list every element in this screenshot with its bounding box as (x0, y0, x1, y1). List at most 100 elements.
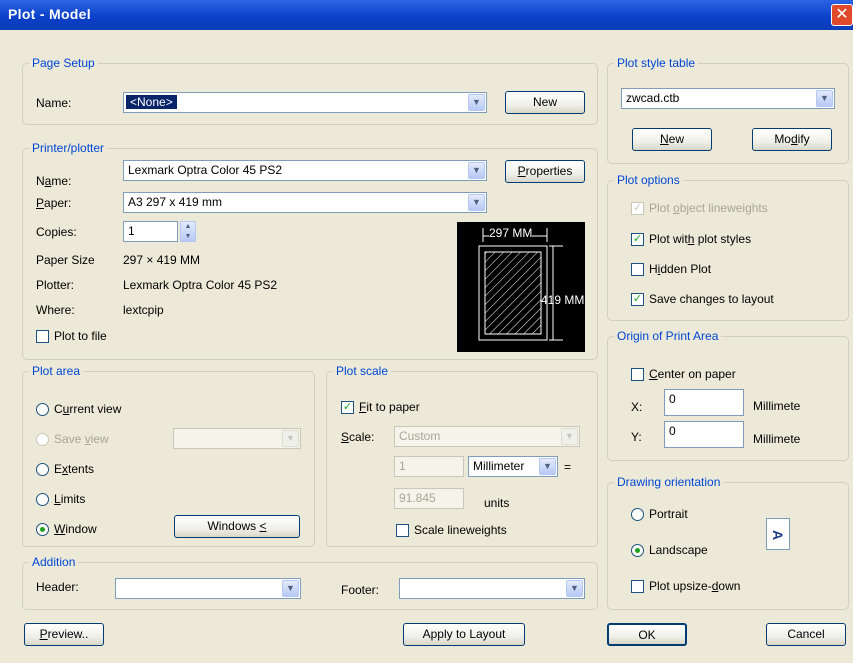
chevron-down-icon[interactable]: ▼ (566, 580, 583, 597)
plot-to-file-checkbox[interactable]: Plot to file (36, 329, 107, 343)
chevron-down-icon[interactable]: ▼ (468, 194, 485, 211)
page-setup-legend: Page Setup (29, 56, 98, 70)
save-changes-checkbox[interactable]: ✓ Save changes to layout (631, 292, 774, 306)
apply-to-layout-button[interactable]: Apply to Layout (403, 623, 525, 646)
plot-style-combo[interactable]: zwcad.ctb ▼ (621, 88, 835, 109)
page-setup-name-combo[interactable]: <None> ▼ (123, 92, 487, 113)
origin-y-input[interactable]: 0 (664, 421, 744, 448)
radio-dot[interactable] (36, 462, 49, 476)
addition-group: Addition Header: ▼ Footer: ▼ (22, 555, 598, 610)
plot-with-plot-styles-checkbox[interactable]: ✓ Plot with plot styles (631, 232, 751, 246)
unit-combo[interactable]: Millimeter ▼ (468, 456, 558, 477)
scale-lineweights-checkbox[interactable]: Scale lineweights (396, 523, 507, 537)
plot-upside-down-checkbox[interactable]: Plot upsize-down (631, 579, 740, 593)
limits-label: Limits (54, 492, 86, 506)
ok-button[interactable]: OK (607, 623, 687, 646)
current-view-radio[interactable]: Current view (36, 402, 121, 416)
chevron-down-icon[interactable]: ▼ (539, 458, 556, 475)
current-view-label: Current view (54, 402, 122, 416)
page-setup-group: Page Setup Name: <None> ▼ New (22, 56, 598, 125)
window-title: Plot - Model (8, 6, 91, 22)
center-on-paper-checkbox[interactable]: Center on paper (631, 367, 736, 381)
paper-label: Paper: (36, 196, 72, 210)
window-radio[interactable]: Window (36, 522, 97, 536)
addition-legend: Addition (29, 555, 79, 569)
spin-up-icon[interactable]: ▲ (181, 222, 195, 231)
checkbox-box[interactable]: ✓ (341, 400, 354, 414)
drawing-orientation-legend: Drawing orientation (614, 475, 724, 489)
radio-dot[interactable] (36, 402, 49, 416)
paper-size-label: Paper Size (36, 253, 95, 267)
extents-radio[interactable]: Extents (36, 462, 94, 476)
checkbox-box[interactable] (396, 523, 409, 537)
chevron-down-icon[interactable]: ▼ (816, 90, 833, 107)
plot-style-modify-button[interactable]: Modify (752, 128, 832, 151)
plot-options-legend: Plot options (614, 173, 683, 187)
checkbox-box[interactable] (631, 367, 644, 381)
checkbox-box[interactable] (36, 329, 49, 343)
origin-legend: Origin of Print Area (614, 329, 722, 343)
fit-to-paper-label: Fit to paper (359, 400, 420, 414)
radio-dot[interactable] (36, 522, 49, 536)
checkbox-box[interactable]: ✓ (631, 232, 644, 246)
printer-legend: Printer/plotter (29, 141, 108, 155)
chevron-down-icon[interactable]: ▼ (468, 162, 485, 179)
plot-area-legend: Plot area (29, 364, 84, 378)
where-label: Where: (36, 303, 75, 317)
save-view-radio[interactable]: Save view (36, 432, 109, 446)
orientation-preview-icon: A (766, 518, 790, 550)
landscape-radio[interactable]: Landscape (631, 543, 708, 557)
preview-width-label: 297 MM (489, 226, 533, 240)
paper-combo[interactable]: A3 297 x 419 mm ▼ (123, 192, 487, 213)
radio-dot[interactable] (36, 432, 49, 446)
scale-value: Custom (399, 429, 441, 443)
scale-combo[interactable]: Custom ▼ (394, 426, 580, 447)
plot-scale-legend: Plot scale (333, 364, 392, 378)
chevron-down-icon[interactable]: ▼ (468, 94, 485, 111)
printer-properties-button[interactable]: Properties (505, 160, 585, 183)
close-icon[interactable]: ✕ (831, 4, 853, 26)
plot-style-new-button[interactable]: New (632, 128, 712, 151)
radio-dot[interactable] (36, 492, 49, 506)
plotter-label: Plotter: (36, 278, 75, 292)
footer-combo[interactable]: ▼ (399, 578, 585, 599)
chevron-down-icon[interactable]: ▼ (561, 428, 578, 445)
unit-value: Millimeter (473, 459, 525, 473)
plot-object-lineweights-checkbox[interactable]: ✓ Plot object lineweights (631, 201, 768, 215)
preview-button[interactable]: Preview.. (24, 623, 104, 646)
chevron-down-icon[interactable]: ▼ (282, 580, 299, 597)
checkbox-box[interactable] (631, 262, 644, 276)
hidden-plot-label: Hidden Plot (649, 262, 712, 276)
origin-y-unit: Millimete (753, 432, 801, 446)
fit-to-paper-checkbox[interactable]: ✓ Fit to paper (341, 400, 420, 414)
radio-dot[interactable] (631, 507, 644, 521)
plot-style-table-legend: Plot style table (614, 56, 699, 70)
portrait-radio[interactable]: Portrait (631, 507, 688, 521)
limits-radio[interactable]: Limits (36, 492, 85, 506)
origin-x-input[interactable]: 0 (664, 389, 744, 416)
spin-down-icon[interactable]: ▼ (181, 232, 195, 241)
copies-input[interactable]: 1 (123, 221, 178, 242)
paper-size-value: 297 × 419 MM (123, 253, 201, 267)
checkbox-box[interactable] (631, 579, 644, 593)
drawing-orientation-group: Drawing orientation Portrait Landscape A… (607, 475, 849, 610)
windows-button[interactable]: Windows < (174, 515, 300, 538)
checkbox-box[interactable]: ✓ (631, 201, 644, 215)
printer-name-combo[interactable]: Lexmark Optra Color 45 PS2 ▼ (123, 160, 487, 181)
checkbox-box[interactable]: ✓ (631, 292, 644, 306)
header-combo[interactable]: ▼ (115, 578, 301, 599)
cancel-button[interactable]: Cancel (766, 623, 846, 646)
title-bar: Plot - Model ✕ (0, 0, 853, 30)
plot-upside-down-label: Plot upsize-down (649, 579, 741, 593)
scale-value2-input[interactable]: 91.845 (394, 488, 464, 509)
page-setup-new-button[interactable]: New (505, 91, 585, 114)
copies-spinner[interactable]: ▲ ▼ (180, 221, 196, 242)
scale-value1-input[interactable]: 1 (394, 456, 464, 477)
footer-label: Footer: (341, 583, 380, 597)
hidden-plot-checkbox[interactable]: Hidden Plot (631, 262, 711, 276)
plot-style-value: zwcad.ctb (626, 91, 680, 105)
chevron-down-icon[interactable]: ▼ (282, 430, 299, 447)
radio-dot[interactable] (631, 543, 644, 557)
plot-with-plot-styles-label: Plot with plot styles (649, 232, 752, 246)
save-view-combo[interactable]: ▼ (173, 428, 301, 449)
